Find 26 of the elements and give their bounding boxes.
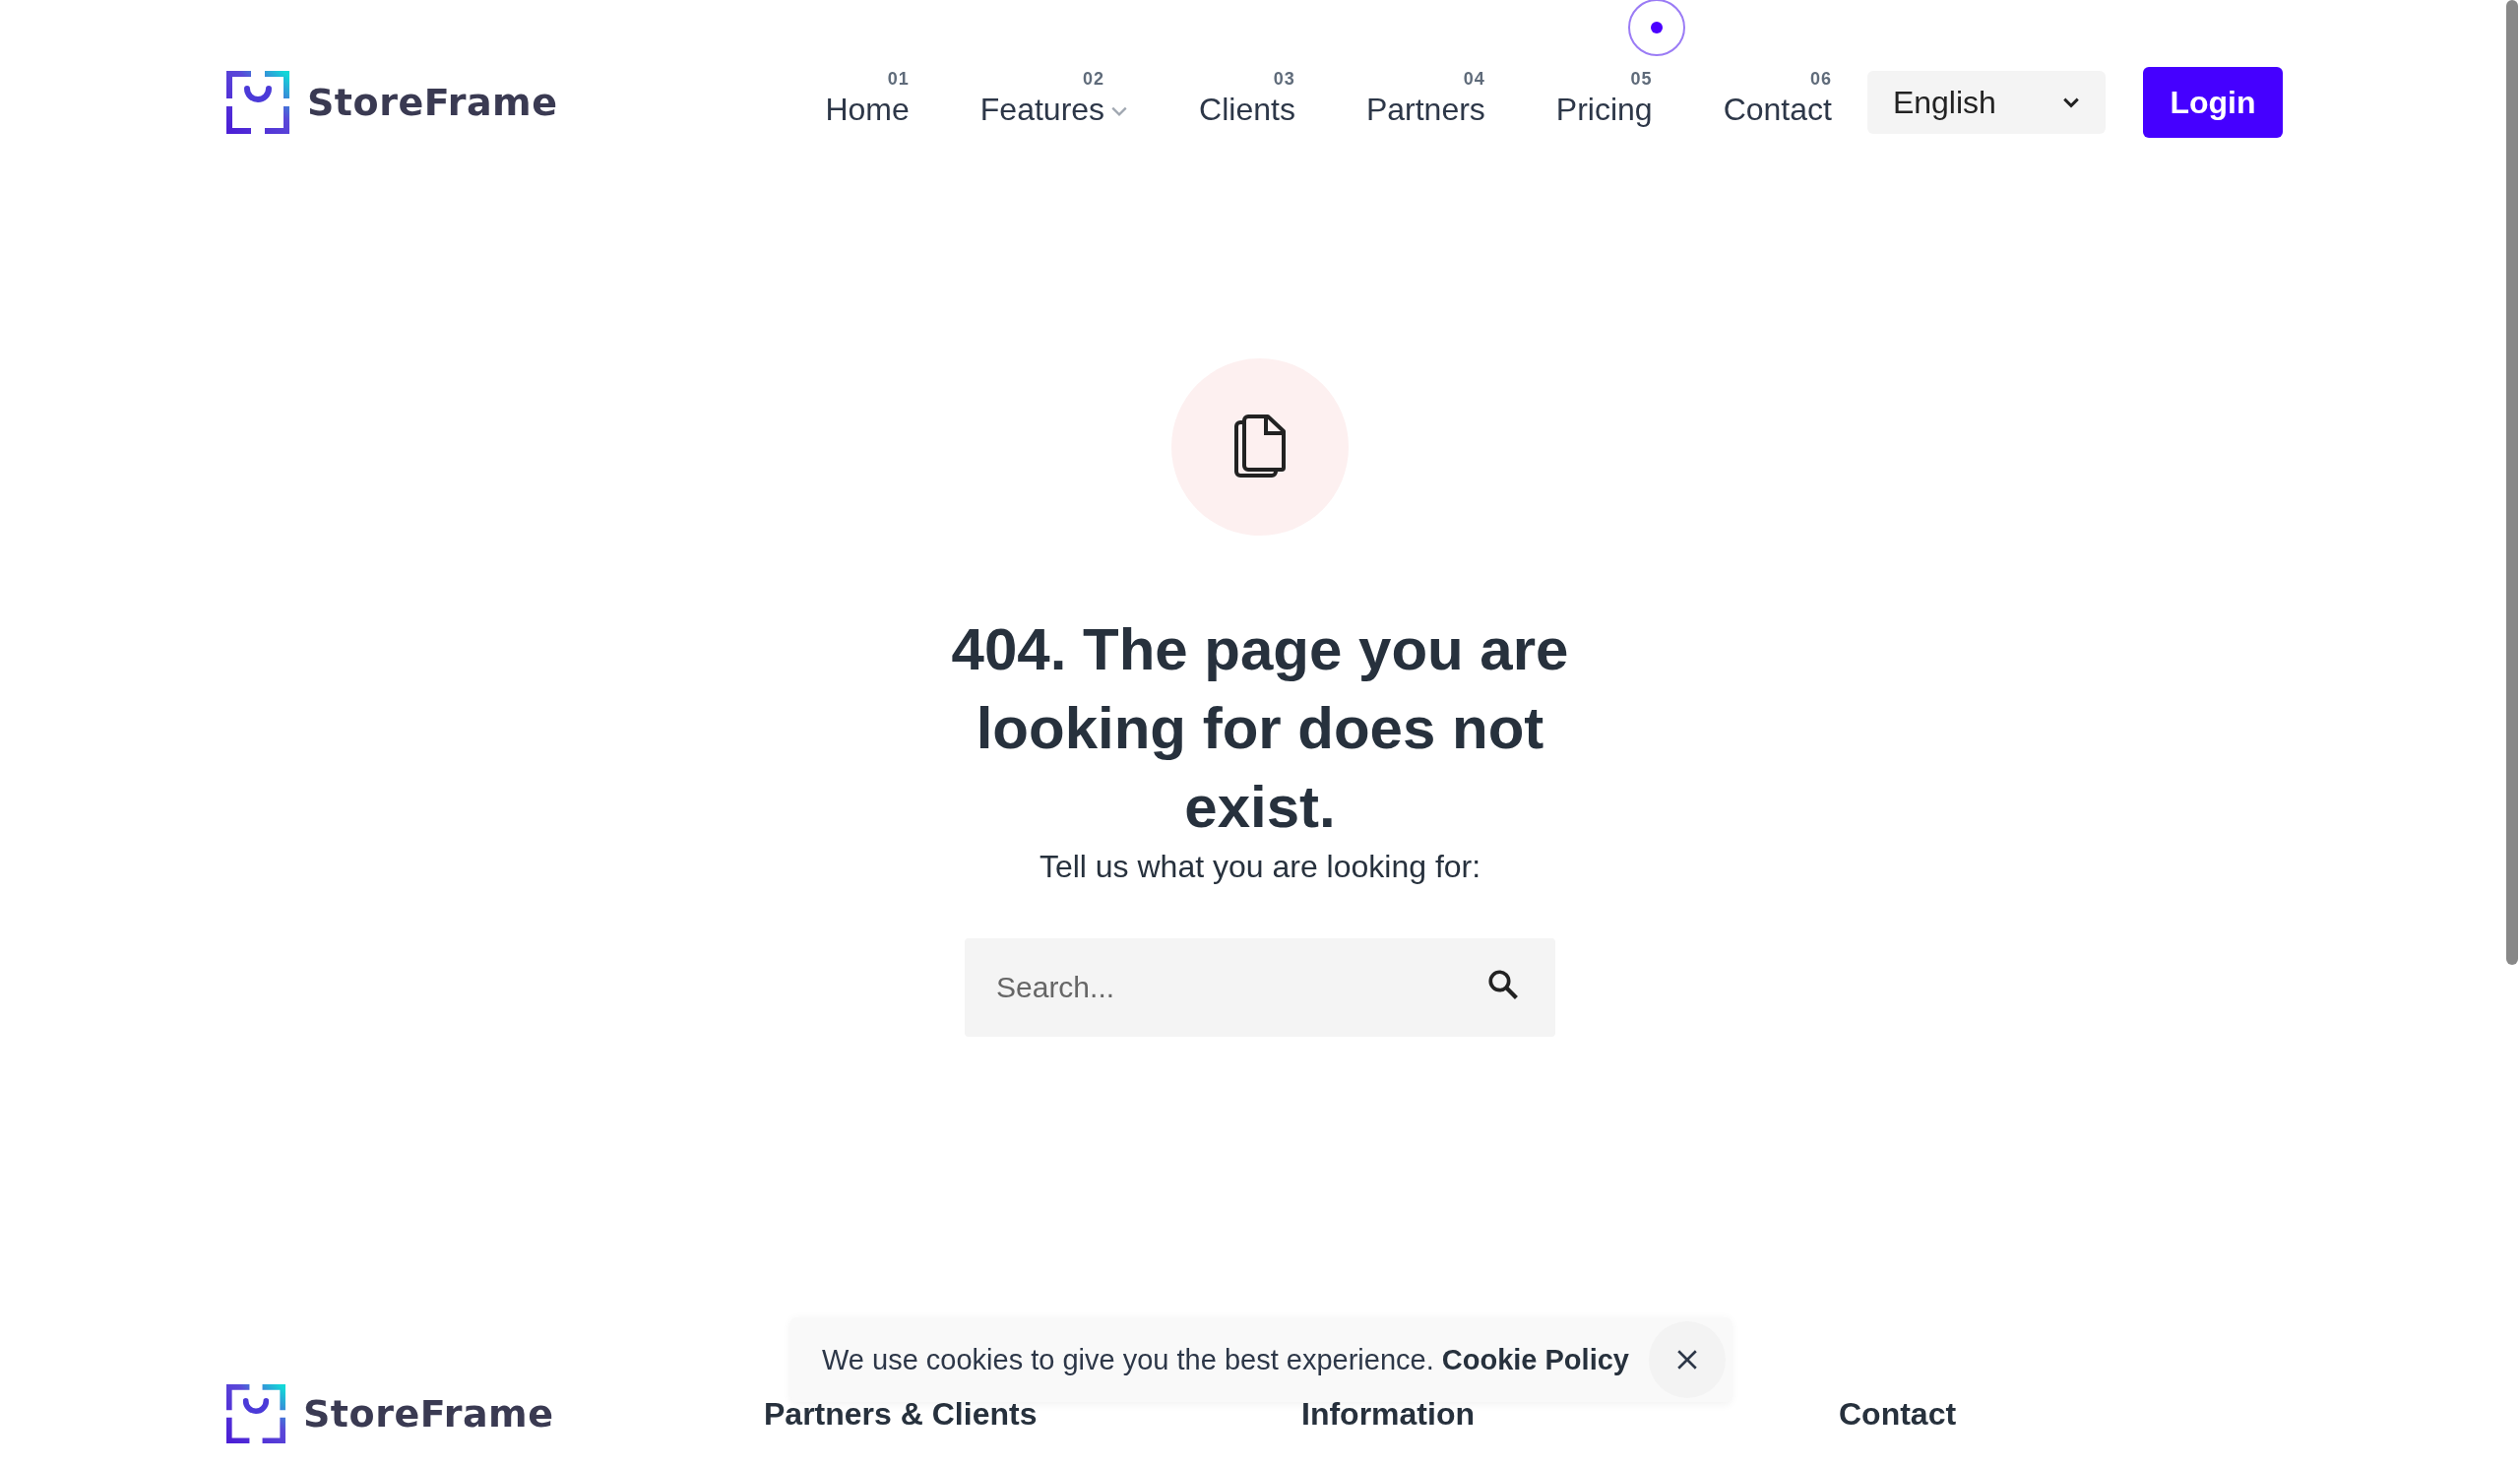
nav-link[interactable]: 03 Clients (1199, 68, 1295, 129)
nav-link[interactable]: 02 Features (979, 68, 1129, 129)
footer-heading: Contact (1839, 1395, 1958, 1433)
close-icon (1675, 1349, 1698, 1371)
nav-link[interactable]: 01 Home (825, 68, 910, 129)
login-button[interactable]: Login (2142, 67, 2283, 138)
error-subtitle: Tell us what you are looking for: (1039, 849, 1481, 885)
logo-icon (226, 1384, 285, 1443)
logo-text[interactable]: StoreFrame (307, 81, 558, 124)
nav-link[interactable]: 04 Partners (1365, 68, 1485, 129)
chevron-down-icon (2061, 96, 2080, 108)
scrollbar[interactable] (2506, 0, 2518, 965)
language-select[interactable]: English (1866, 71, 2106, 134)
documents-icon (1232, 415, 1288, 479)
nav-link[interactable]: 05 Pricing (1555, 68, 1653, 129)
footer-heading: Partners & Clients (764, 1395, 1039, 1433)
cookie-message: We use cookies to give you the best experience. Cookie Policy (822, 1343, 1629, 1376)
cookie-policy-link[interactable]: Cookie Policy (1441, 1343, 1629, 1375)
footer-heading: Information (1301, 1395, 1476, 1433)
cursor-icon (1627, 0, 1686, 57)
logo-icon (226, 71, 289, 134)
logo-text[interactable]: StoreFrame (303, 1392, 554, 1435)
nav-link[interactable]: 06 Contact (1723, 68, 1832, 129)
error-title: 404. The page you are looking for does not exist. (950, 615, 1570, 842)
search-field[interactable]: Search... (965, 938, 1555, 1037)
search-icon[interactable] (1486, 968, 1520, 1001)
